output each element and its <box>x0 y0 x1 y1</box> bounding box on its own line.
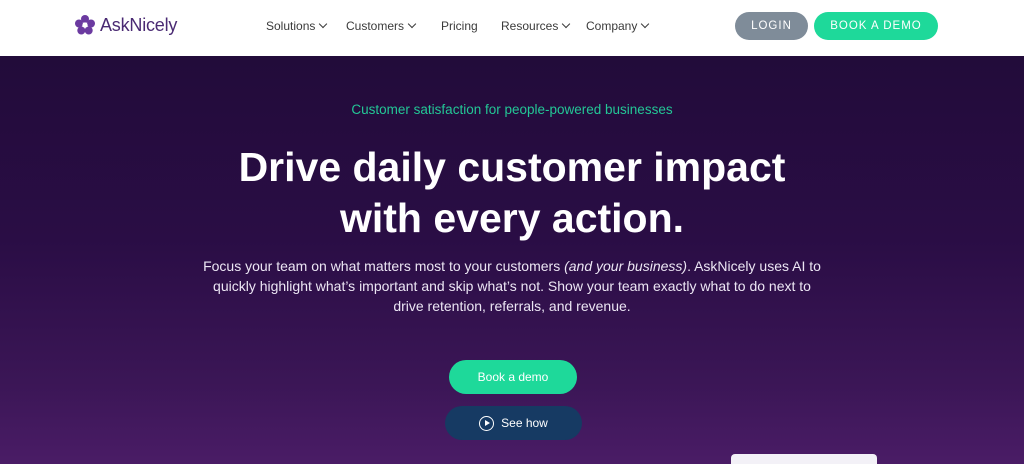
menu-item-label: Pricing <box>441 19 478 33</box>
book-a-demo-button[interactable]: Book a demo <box>449 360 577 394</box>
hero-headline: Drive daily customer impact with every a… <box>0 142 1024 244</box>
menu-item-label: Company <box>586 19 638 33</box>
partial-card <box>731 454 877 464</box>
chevron-down-icon <box>407 19 417 29</box>
play-circle-icon <box>479 415 495 431</box>
chevron-down-icon <box>319 19 328 29</box>
brand-name: AskNicely <box>100 14 178 35</box>
menu-item-pricing[interactable]: Pricing <box>441 19 501 33</box>
book-demo-button[interactable]: BOOK A DEMO <box>814 12 938 40</box>
hero-eyebrow: Customer satisfaction for people-powered… <box>351 102 673 117</box>
menu-item-resources[interactable]: Resources <box>501 19 586 33</box>
description-italic: (and your business) <box>564 258 688 274</box>
chevron-down-icon <box>641 19 650 29</box>
top-navigation: AskNicely Solutions Customers Pricing Re… <box>0 0 1024 56</box>
menu-item-label: Resources <box>501 19 559 33</box>
hero-section: Customer satisfaction for people-powered… <box>0 56 1024 464</box>
headline-line-2: with every action. <box>339 195 685 241</box>
chevron-down-icon <box>562 19 571 29</box>
menu-item-customers[interactable]: Customers <box>346 19 441 33</box>
headline-line-1: Drive daily customer impact <box>238 144 786 190</box>
hero-description: Focus your team on what matters most to … <box>200 256 824 316</box>
see-how-label: See how <box>501 416 548 430</box>
description-part-1: Focus your team on what matters most to … <box>203 258 565 274</box>
login-button[interactable]: LOGIN <box>735 12 808 40</box>
main-menu: Solutions Customers Pricing Resources Co… <box>266 19 666 33</box>
menu-item-company[interactable]: Company <box>586 19 666 33</box>
flower-logo-icon <box>74 14 96 36</box>
see-how-button[interactable]: See how <box>445 406 582 440</box>
menu-item-label: Customers <box>346 19 405 33</box>
menu-item-solutions[interactable]: Solutions <box>266 19 346 33</box>
menu-item-label: Solutions <box>266 19 316 33</box>
asknicely-logo[interactable]: AskNicely <box>74 14 177 36</box>
